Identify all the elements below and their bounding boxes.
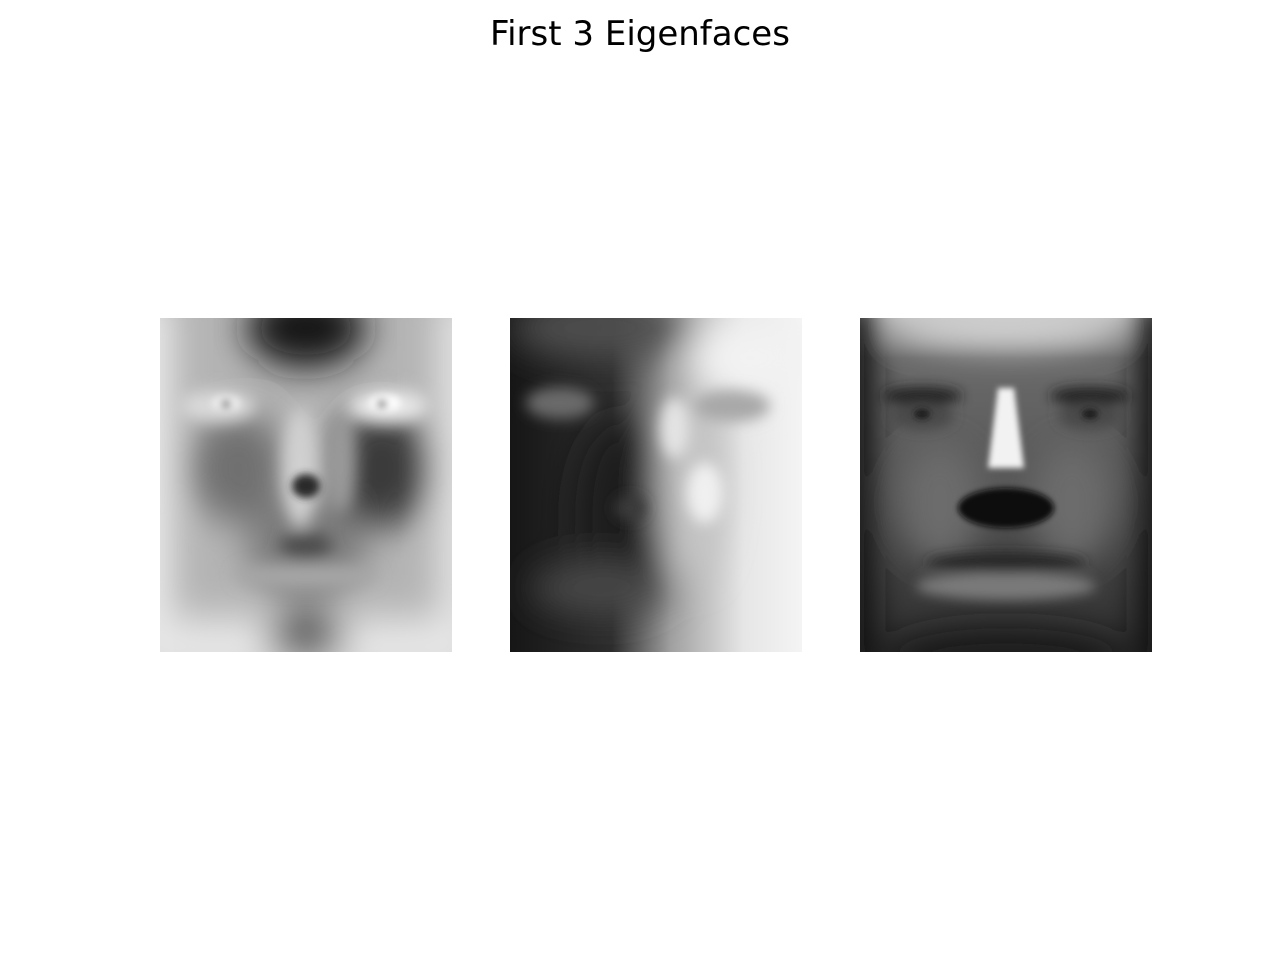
figure-title: First 3 Eigenfaces — [490, 14, 790, 54]
eigenface-2-image — [510, 318, 802, 652]
eigenface-1-image — [160, 318, 452, 652]
eigenface-3-image — [860, 318, 1152, 652]
